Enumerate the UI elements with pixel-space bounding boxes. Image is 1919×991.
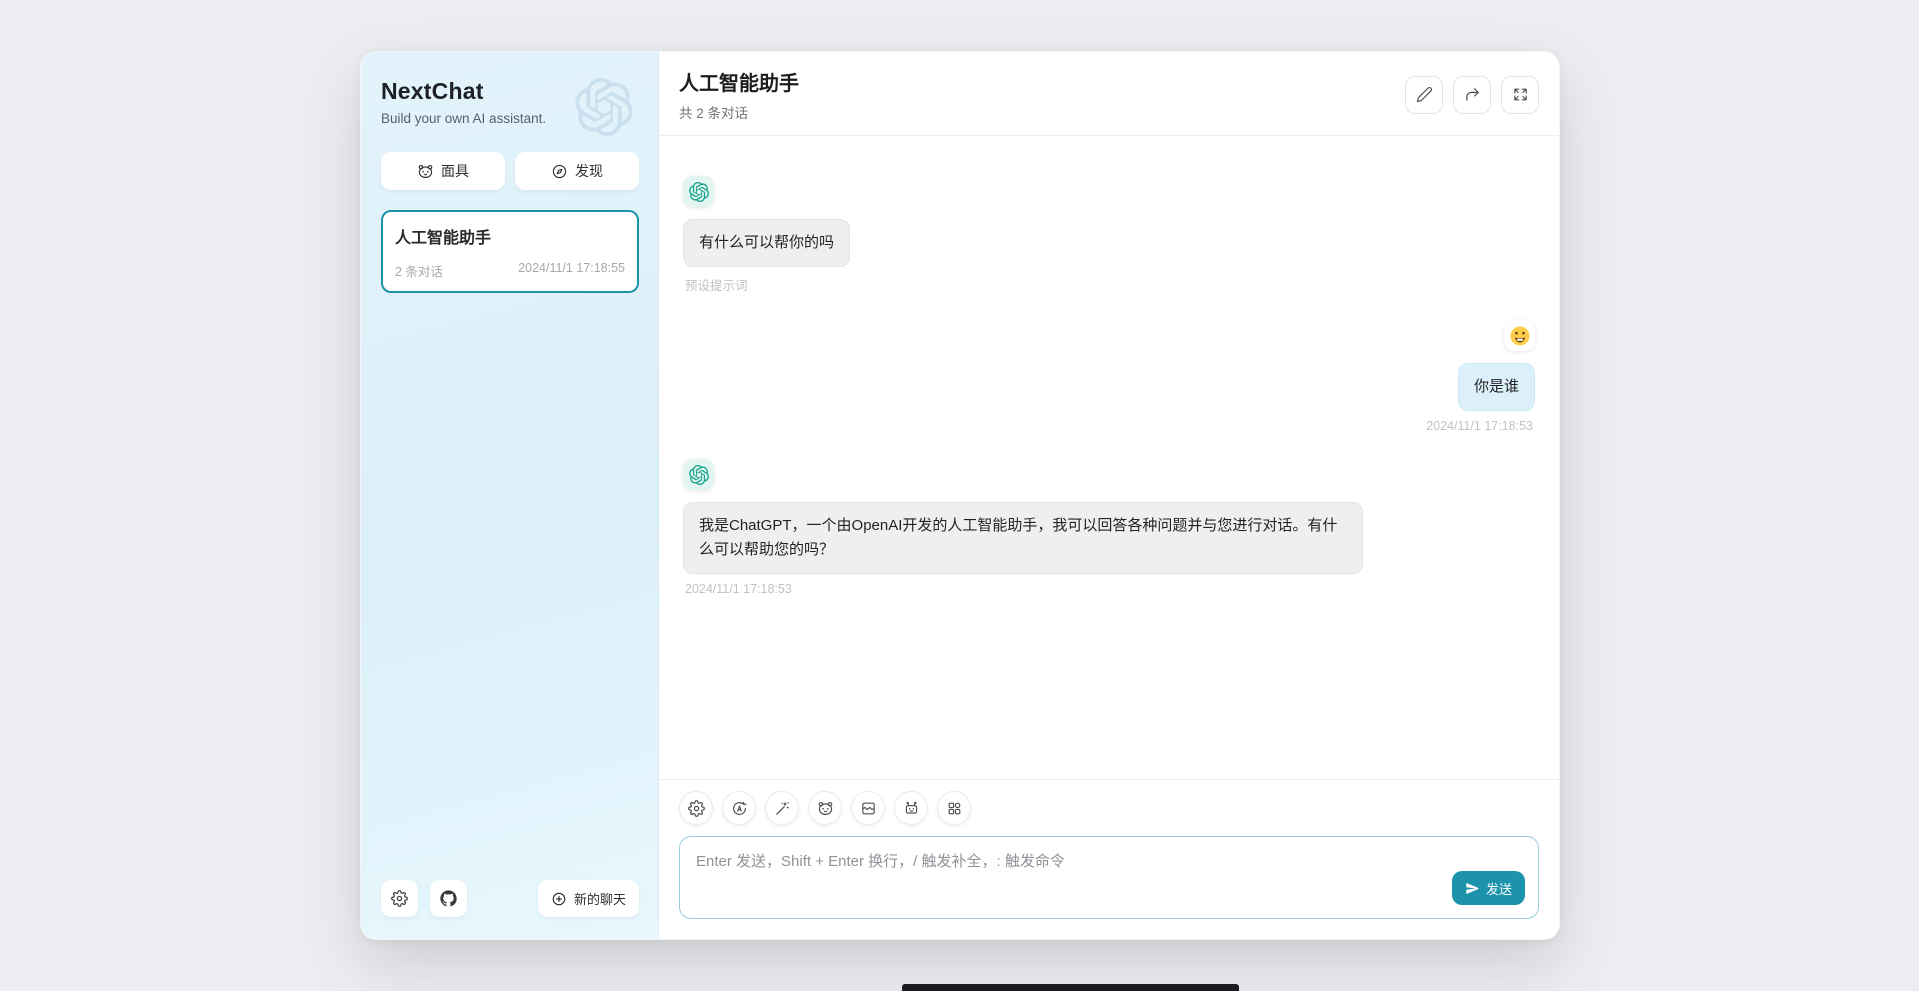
chat-settings-button[interactable] (679, 791, 713, 825)
theme-toggle-button[interactable] (722, 791, 756, 825)
github-icon (440, 890, 457, 907)
openai-avatar (683, 176, 714, 207)
chat-input-container: 发送 (679, 836, 1539, 919)
message-list: 有什么可以帮你的吗 预设提示词 你是谁 2024/11/1 17:18:53 我… (659, 136, 1559, 779)
magic-wand-icon (774, 800, 791, 817)
discover-button-label: 发现 (575, 161, 603, 181)
chat-header-titles: 人工智能助手 共 2 条对话 (679, 67, 799, 122)
send-button[interactable]: 发送 (1452, 871, 1525, 905)
model-select-button[interactable] (894, 791, 928, 825)
chat-item-count: 2 条对话 (395, 261, 443, 280)
masks-button-label: 面具 (441, 161, 469, 181)
maximize-button[interactable] (1501, 76, 1539, 114)
edit-pencil-icon (1416, 86, 1433, 103)
message-meta-preset: 预设提示词 (683, 275, 750, 294)
share-icon (1464, 86, 1481, 103)
gear-icon (391, 890, 408, 907)
github-button[interactable] (430, 880, 467, 917)
add-circle-icon (551, 891, 567, 907)
new-chat-button[interactable]: 新的聊天 (538, 880, 639, 917)
openai-logo-icon (689, 465, 709, 485)
message-user: 你是谁 2024/11/1 17:18:53 (683, 320, 1535, 433)
chat-input[interactable] (680, 837, 1538, 918)
chat-list-item-selected[interactable]: 人工智能助手 2 条对话 2024/11/1 17:18:55 (381, 210, 639, 293)
chat-subtitle: 共 2 条对话 (679, 102, 799, 122)
sidebar: NextChat Build your own AI assistant. 面具… (361, 52, 659, 939)
gear-icon (688, 800, 705, 817)
message-bot: 有什么可以帮你的吗 预设提示词 (683, 176, 1535, 294)
shortcuts-button[interactable] (937, 791, 971, 825)
new-chat-label: 新的聊天 (574, 889, 626, 908)
send-button-label: 发送 (1486, 879, 1512, 898)
masks-tool-button[interactable] (808, 791, 842, 825)
home-indicator-bar (902, 984, 1239, 991)
sidebar-header: NextChat Build your own AI assistant. (381, 78, 639, 126)
sidebar-actions: 面具 发现 (381, 152, 639, 190)
openai-avatar (683, 459, 714, 490)
chat-header-actions (1405, 76, 1539, 114)
message-timestamp: 2024/11/1 17:18:53 (1424, 419, 1535, 433)
robot-icon (903, 800, 920, 817)
masks-button[interactable]: 面具 (381, 152, 505, 190)
rename-button[interactable] (1405, 76, 1443, 114)
share-button[interactable] (1453, 76, 1491, 114)
message-bubble: 你是谁 (1458, 363, 1535, 411)
grid-icon (946, 800, 963, 817)
discover-icon (551, 163, 568, 180)
composer-toolbar (679, 791, 1539, 825)
sidebar-footer: 新的聊天 (381, 880, 639, 917)
message-timestamp: 2024/11/1 17:18:53 (683, 582, 794, 596)
mask-icon (817, 800, 834, 817)
message-bot: 我是ChatGPT，一个由OpenAI开发的人工智能助手，我可以回答各种问题并与… (683, 459, 1535, 596)
chat-title: 人工智能助手 (679, 67, 799, 96)
clear-context-button[interactable] (851, 791, 885, 825)
chat-item-title: 人工智能助手 (395, 224, 625, 248)
chat-item-time: 2024/11/1 17:18:55 (518, 261, 625, 280)
mask-icon (417, 163, 434, 180)
chat-panel: 人工智能助手 共 2 条对话 有什么可以帮你的吗 (659, 52, 1559, 939)
chat-list: 人工智能助手 2 条对话 2024/11/1 17:18:55 (381, 210, 639, 293)
app-window: NextChat Build your own AI assistant. 面具… (360, 51, 1560, 940)
settings-button[interactable] (381, 880, 418, 917)
send-plane-icon (1465, 881, 1480, 896)
message-bubble: 我是ChatGPT，一个由OpenAI开发的人工智能助手，我可以回答各种问题并与… (683, 502, 1363, 574)
clear-context-icon (860, 800, 877, 817)
theme-auto-icon (731, 800, 748, 817)
chat-header: 人工智能助手 共 2 条对话 (659, 52, 1559, 136)
openai-logo-watermark-icon (575, 78, 633, 136)
openai-logo-icon (689, 182, 709, 202)
message-bubble: 有什么可以帮你的吗 (683, 219, 850, 267)
prompt-hints-button[interactable] (765, 791, 799, 825)
chat-item-meta: 2 条对话 2024/11/1 17:18:55 (395, 261, 625, 280)
user-emoji-avatar (1504, 320, 1535, 351)
maximize-icon (1512, 86, 1529, 103)
composer: 发送 (659, 779, 1559, 939)
smiley-emoji-icon (1509, 325, 1531, 347)
discover-button[interactable]: 发现 (515, 152, 639, 190)
